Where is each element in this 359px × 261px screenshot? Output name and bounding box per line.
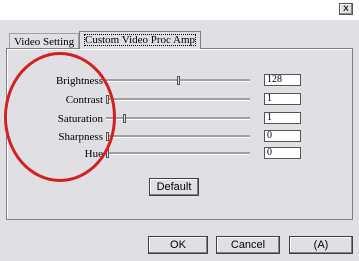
cancel-button[interactable]: Cancel — [216, 236, 280, 254]
saturation-slider[interactable] — [106, 117, 250, 120]
brightness-label-text: Brightness — [55, 75, 103, 87]
contrast-slider-thumb[interactable] — [106, 95, 109, 104]
hue-value[interactable]: 0 — [264, 147, 301, 159]
sharpness-value[interactable]: 0 — [264, 130, 301, 142]
tab-custom-video-proc-amp-label: Custom Video Proc Amp — [84, 34, 197, 46]
hue-slider-thumb[interactable] — [106, 149, 109, 158]
title-bar — [0, 0, 359, 20]
contrast-label-text: Contrast — [65, 94, 103, 106]
sharpness-label: Sharpness — [45, 131, 103, 143]
sharpness-slider-thumb[interactable] — [106, 132, 109, 141]
contrast-label: Contrast — [45, 94, 103, 106]
saturation-slider-thumb[interactable] — [123, 114, 126, 123]
sharpness-label-text: Sharpness — [58, 131, 103, 143]
tab-custom-video-proc-amp[interactable]: Custom Video Proc Amp — [79, 31, 202, 49]
hue-label: Hue — [45, 148, 103, 160]
dialog-window: x Video Setting Custom Video Proc Amp Br… — [0, 0, 359, 261]
saturation-label: Saturation — [45, 113, 103, 125]
hue-label-text: Hue — [84, 148, 103, 160]
brightness-label: Brightness — [45, 75, 103, 87]
saturation-value[interactable]: 1 — [264, 112, 301, 124]
contrast-slider[interactable] — [106, 98, 250, 101]
tab-panel: Brightness 128 Contrast 1 Saturation 1 S… — [6, 48, 353, 220]
contrast-value[interactable]: 1 — [264, 93, 301, 105]
ok-button[interactable]: OK — [148, 236, 208, 254]
brightness-value[interactable]: 128 — [264, 74, 301, 86]
sharpness-slider[interactable] — [106, 135, 250, 138]
brightness-slider-thumb[interactable] — [177, 76, 180, 85]
saturation-label-text: Saturation — [57, 113, 103, 125]
apply-button[interactable]: (A) — [289, 236, 353, 254]
hue-slider[interactable] — [106, 152, 250, 155]
close-button[interactable]: x — [339, 3, 353, 15]
default-button[interactable]: Default — [149, 178, 199, 196]
